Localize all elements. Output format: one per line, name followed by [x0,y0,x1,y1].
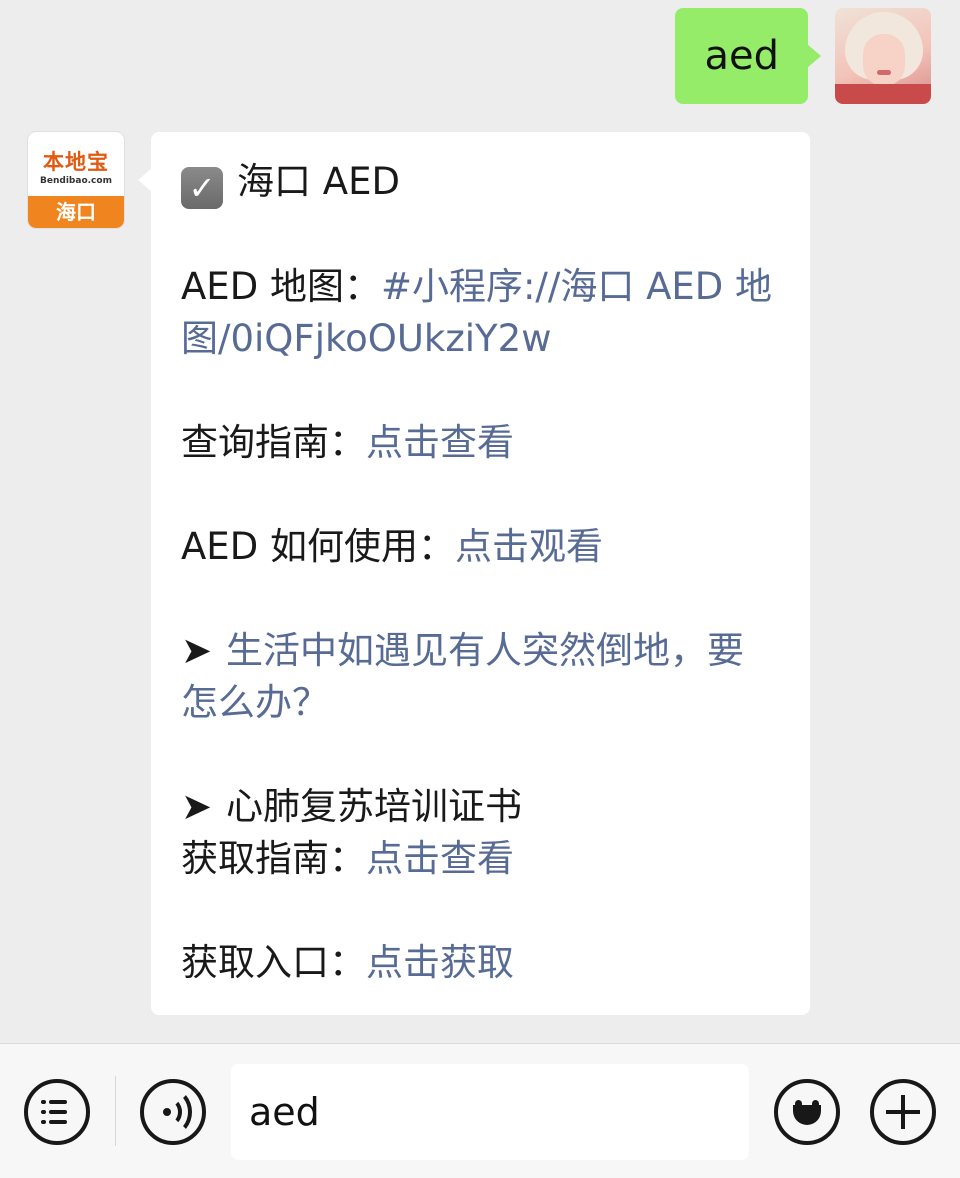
chat-area: aed 本地宝 Bendibao.com 海口 ✓ 海口 AED AED 地图：#… [0,0,960,1043]
arrow-icon: ➤ [181,785,213,828]
guide-line: 查询指南：点击查看 [181,417,780,469]
avatar-lip [877,70,891,75]
certificate-entry-label: 获取入口： [181,941,366,984]
outgoing-message-row: aed [675,8,931,104]
menu-icon-dot [41,1120,46,1124]
menu-icon-line [49,1110,67,1114]
certificate-guide-label: 获取指南： [181,837,366,880]
certificate-entry-line: 获取入口：点击获取 [181,937,780,989]
menu-icon-line [49,1120,67,1124]
message-title-line: ✓ 海口 AED [181,156,780,209]
certificate-title: 心肺复苏培训证书 [226,785,523,828]
incoming-message-bubble[interactable]: ✓ 海口 AED AED 地图：#小程序://海口 AED 地图/0iQFjkoO… [138,132,810,1015]
certificate-guide-line: 获取指南：点击查看 [181,833,780,885]
menu-icon-line [49,1100,67,1104]
usage-line: AED 如何使用：点击观看 [181,521,780,573]
map-line: AED 地图：#小程序://海口 AED 地图/0iQFjkoOUkziY2w [181,261,780,365]
account-avatar[interactable]: 本地宝 Bendibao.com 海口 [28,132,124,228]
map-label: AED 地图： [181,265,381,308]
input-bar [0,1043,960,1178]
outgoing-message-bubble[interactable]: aed [675,8,821,104]
message-input[interactable] [231,1064,749,1160]
menu-icon-dot [41,1110,46,1114]
certificate-section: ➤ 心肺复苏培训证书 获取指南：点击查看 [181,781,780,885]
arrow-icon: ➤ [181,629,213,672]
menu-icon-dot [41,1100,46,1104]
brand-domain: Bendibao.com [40,176,112,186]
certificate-title-line: ➤ 心肺复苏培训证书 [181,781,780,833]
brand-logo-text: 本地宝 [43,150,109,174]
plus-icon-v [901,1095,905,1129]
emergency-link[interactable]: 生活中如遇见有人突然倒地，要怎么办？ [181,629,744,724]
emergency-line: ➤ 生活中如遇见有人突然倒地，要怎么办？ [181,625,780,729]
guide-label: 查询指南： [181,421,366,464]
plus-icon[interactable] [870,1079,936,1145]
message-title: 海口 AED [237,160,400,203]
certificate-guide-link[interactable]: 点击查看 [366,837,514,880]
usage-link[interactable]: 点击观看 [455,525,603,568]
checkbox-icon: ✓ [181,167,223,209]
voice-icon-wave [154,1089,192,1135]
user-avatar[interactable] [835,8,931,104]
menu-icon[interactable] [24,1079,90,1145]
emoji-icon-mouth [793,1105,821,1125]
avatar-shirt [835,84,931,104]
usage-label: AED 如何使用： [181,525,455,568]
input-bar-divider [115,1076,116,1146]
incoming-message-row: 本地宝 Bendibao.com 海口 ✓ 海口 AED AED 地图：#小程序:… [28,132,810,1015]
emoji-icon[interactable] [774,1079,840,1145]
guide-link[interactable]: 点击查看 [366,421,514,464]
avatar-face [863,34,905,86]
certificate-entry-link[interactable]: 点击获取 [366,941,514,984]
voice-icon[interactable] [140,1079,206,1145]
brand-city: 海口 [28,196,124,228]
